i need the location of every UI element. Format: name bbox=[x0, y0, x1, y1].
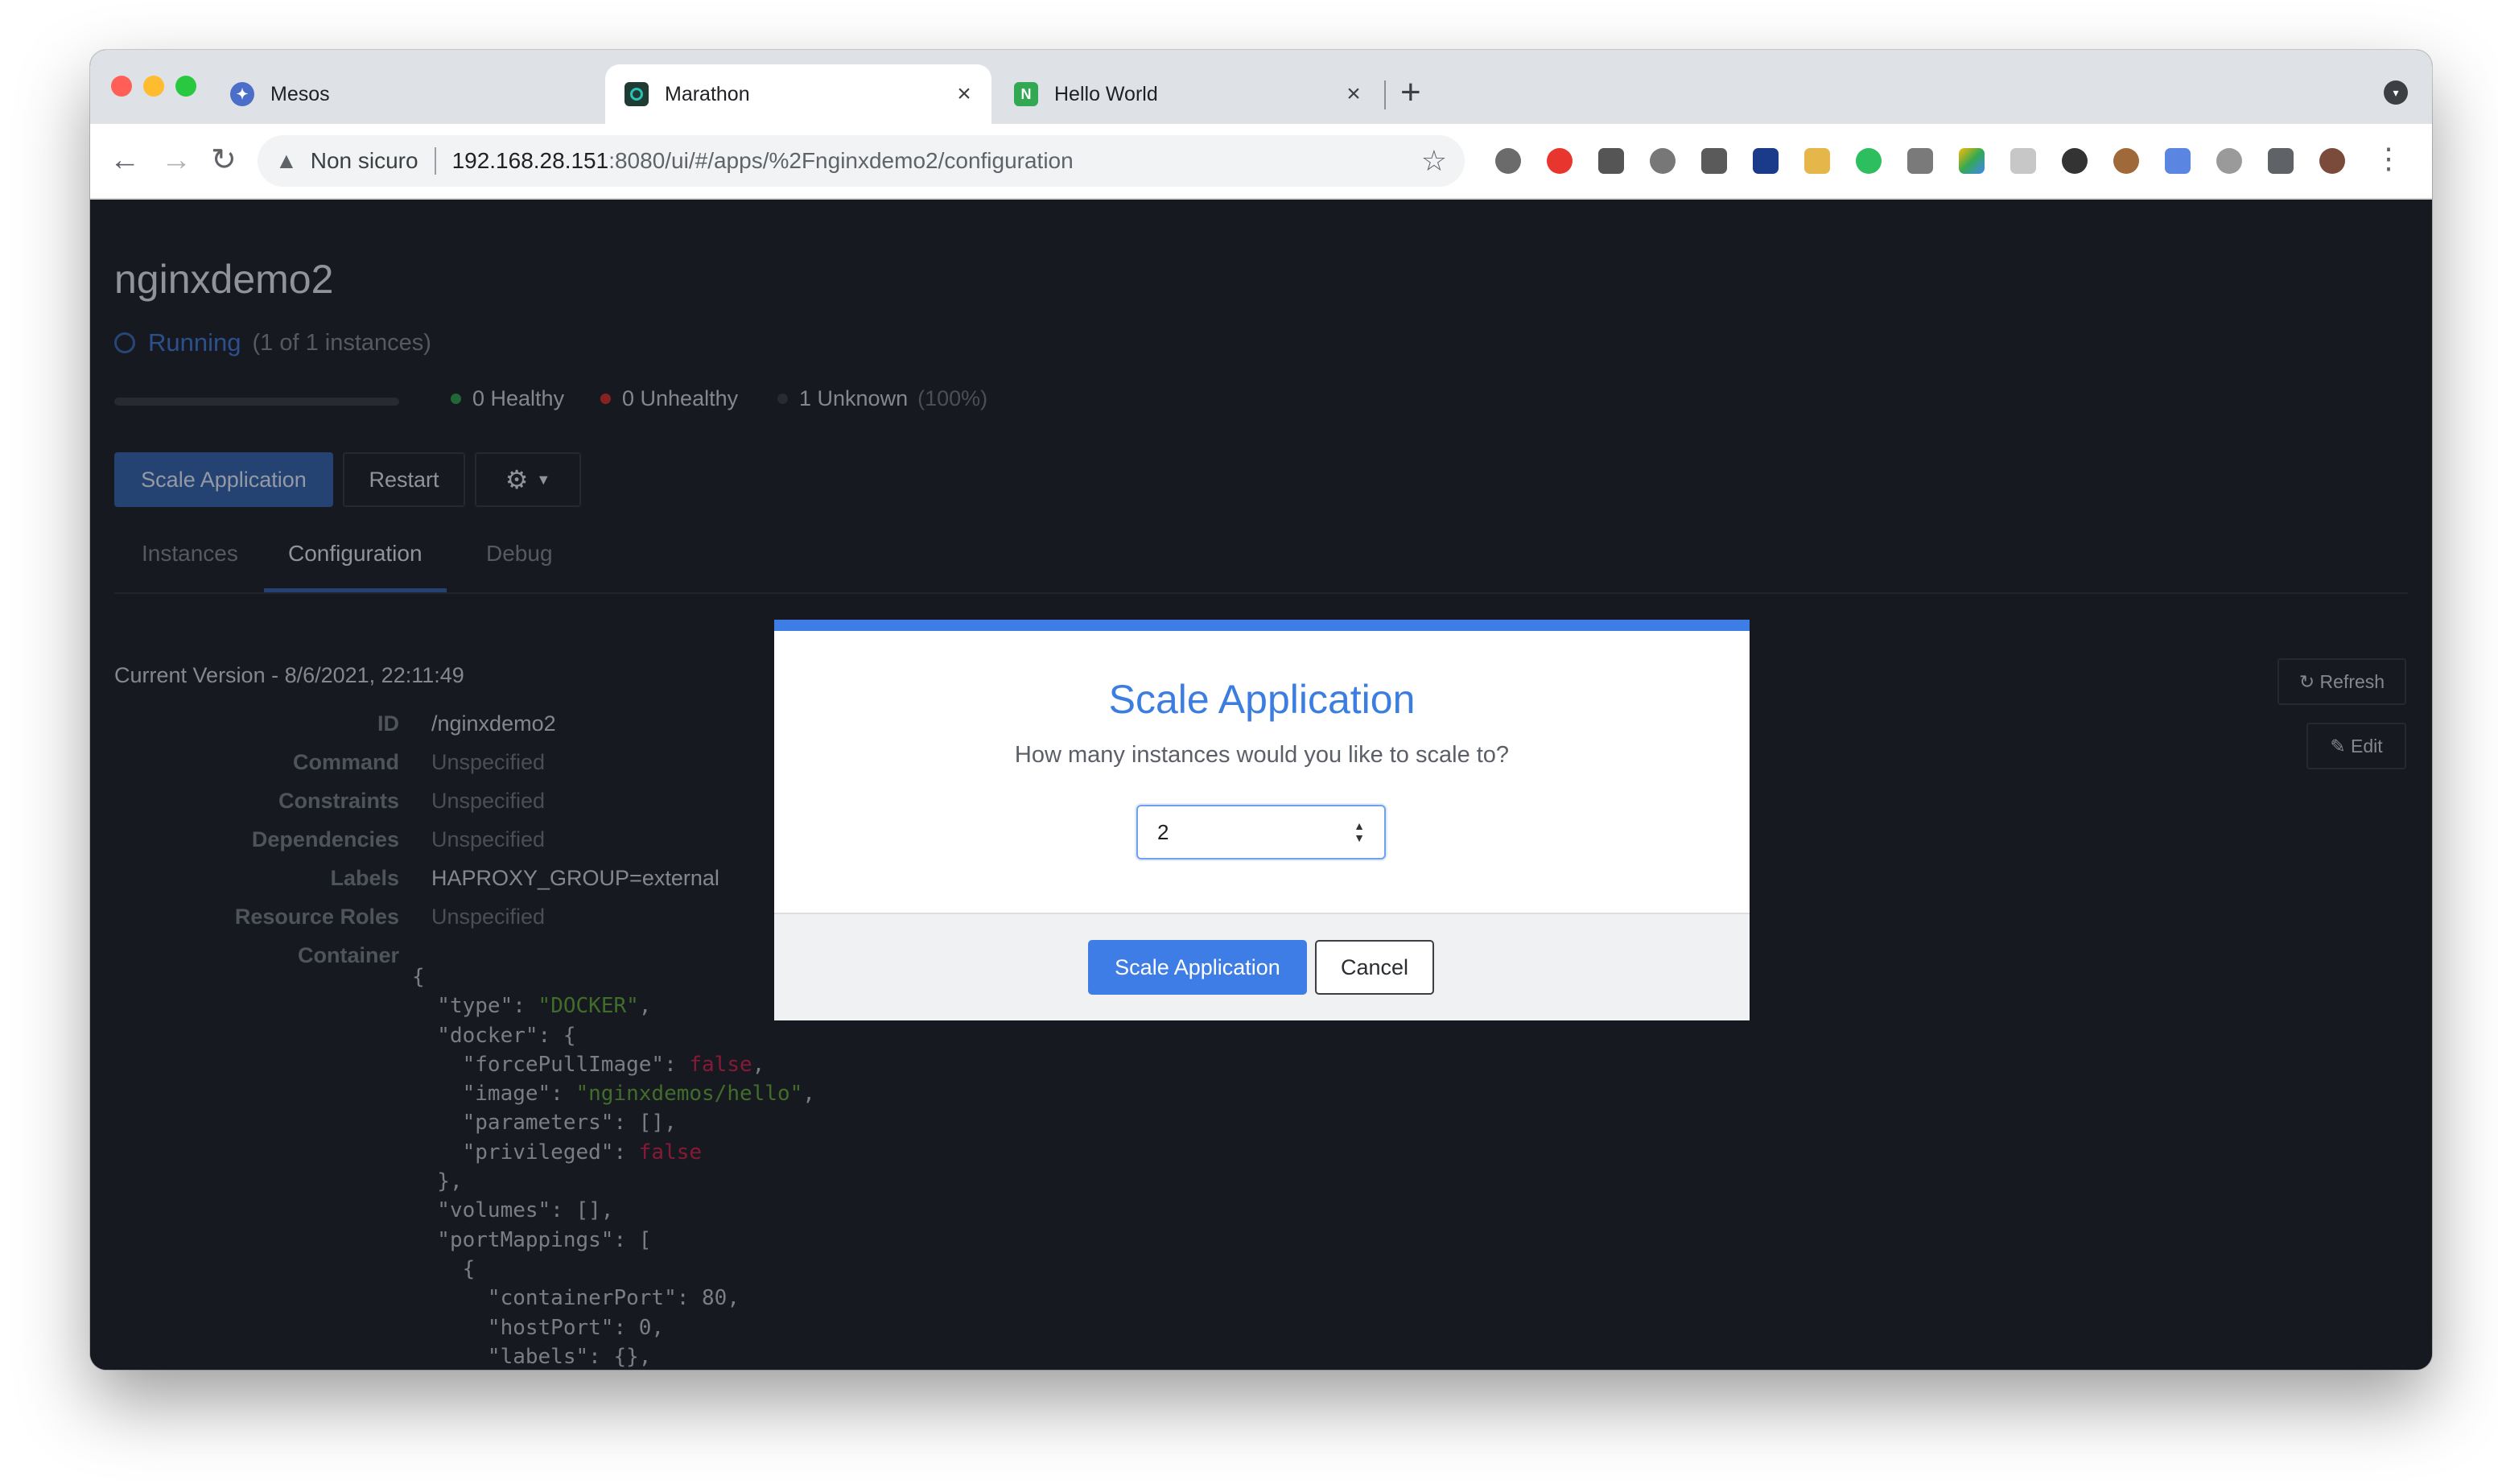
google-drive-icon[interactable] bbox=[1959, 148, 1985, 174]
extension-icon[interactable] bbox=[2062, 148, 2088, 174]
forward-arrow-icon[interactable]: → bbox=[161, 142, 192, 179]
dialog-title: Scale Application bbox=[1108, 677, 1416, 722]
close-tab-icon[interactable]: × bbox=[1341, 80, 1366, 108]
dialog-subtitle: How many instances would you like to sca… bbox=[1014, 742, 1510, 768]
minimize-window-button[interactable] bbox=[143, 76, 164, 97]
close-window-button[interactable] bbox=[111, 76, 132, 97]
url-host: 192.168.28.151 bbox=[451, 148, 609, 173]
tab-title: Mesos bbox=[270, 82, 330, 105]
marathon-page: nginxdemo2 Running (1 of 1 instances) 0 … bbox=[90, 200, 2432, 1370]
extension-icon[interactable] bbox=[1907, 148, 1933, 174]
instances-number-input[interactable]: 2 ▲ ▼ bbox=[1136, 805, 1386, 859]
scale-application-dialog: Scale Application How many instances wou… bbox=[774, 620, 1750, 1020]
puzzle-icon[interactable] bbox=[2268, 148, 2294, 174]
extension-icon[interactable] bbox=[2113, 148, 2139, 174]
extension-icon[interactable] bbox=[2165, 148, 2191, 174]
extension-icon[interactable] bbox=[1701, 148, 1727, 174]
close-tab-icon[interactable]: × bbox=[951, 80, 977, 108]
marathon-icon bbox=[624, 82, 649, 106]
bookmark-star-icon[interactable]: ☆ bbox=[1421, 144, 1447, 178]
back-arrow-icon[interactable]: ← bbox=[109, 142, 140, 179]
browser-window: ✦ Mesos × Marathon × N Hello World × + ▾… bbox=[90, 50, 2432, 1370]
adblock-icon[interactable] bbox=[1547, 148, 1573, 174]
reload-icon[interactable]: ↻ bbox=[211, 142, 237, 179]
url-path: :8080/ui/#/apps/%2Fnginxdemo2/configurat… bbox=[608, 148, 1074, 173]
warning-icon: ▲ bbox=[275, 148, 298, 173]
url-divider bbox=[434, 147, 436, 175]
dialog-footer: Scale Application Cancel bbox=[774, 913, 1750, 1020]
extension-icon[interactable] bbox=[1804, 148, 1830, 174]
confirm-scale-button[interactable]: Scale Application bbox=[1088, 940, 1307, 995]
extension-icon[interactable] bbox=[1598, 148, 1624, 174]
extension-icon[interactable] bbox=[1650, 148, 1676, 174]
extension-icon[interactable] bbox=[2010, 148, 2036, 174]
tab-title: Hello World bbox=[1054, 82, 1158, 105]
avatar[interactable] bbox=[2319, 148, 2345, 174]
tab-strip: ✦ Mesos × Marathon × N Hello World × + ▾ bbox=[90, 50, 2432, 124]
extension-icon[interactable] bbox=[1495, 148, 1521, 174]
tab-separator bbox=[1384, 80, 1386, 109]
extension-icon[interactable] bbox=[1753, 148, 1779, 174]
browser-tab-marathon[interactable]: Marathon × bbox=[605, 64, 991, 124]
evernote-icon[interactable] bbox=[1856, 148, 1882, 174]
nginx-icon: N bbox=[1014, 82, 1038, 106]
browser-toolbar: ← → ↻ ▲ Non sicuro 192.168.28.151 :8080/… bbox=[90, 124, 2432, 200]
tab-search-icon[interactable]: ▾ bbox=[2384, 80, 2408, 105]
extension-icon[interactable] bbox=[2216, 148, 2242, 174]
maximize-window-button[interactable] bbox=[175, 76, 196, 97]
new-tab-button[interactable]: + bbox=[1400, 72, 1421, 113]
mesos-icon: ✦ bbox=[230, 82, 254, 106]
security-label: Non sicuro bbox=[310, 148, 418, 173]
instances-value: 2 bbox=[1157, 819, 1169, 844]
spinner-arrows-icon[interactable]: ▲ ▼ bbox=[1354, 820, 1365, 844]
tab-title: Marathon bbox=[665, 82, 750, 105]
cancel-button[interactable]: Cancel bbox=[1315, 940, 1434, 995]
more-menu-icon[interactable]: ⋮ bbox=[2374, 142, 2403, 175]
browser-tab-hello-world[interactable]: N Hello World × bbox=[995, 64, 1381, 124]
address-bar[interactable]: ▲ Non sicuro 192.168.28.151 :8080/ui/#/a… bbox=[258, 135, 1465, 187]
